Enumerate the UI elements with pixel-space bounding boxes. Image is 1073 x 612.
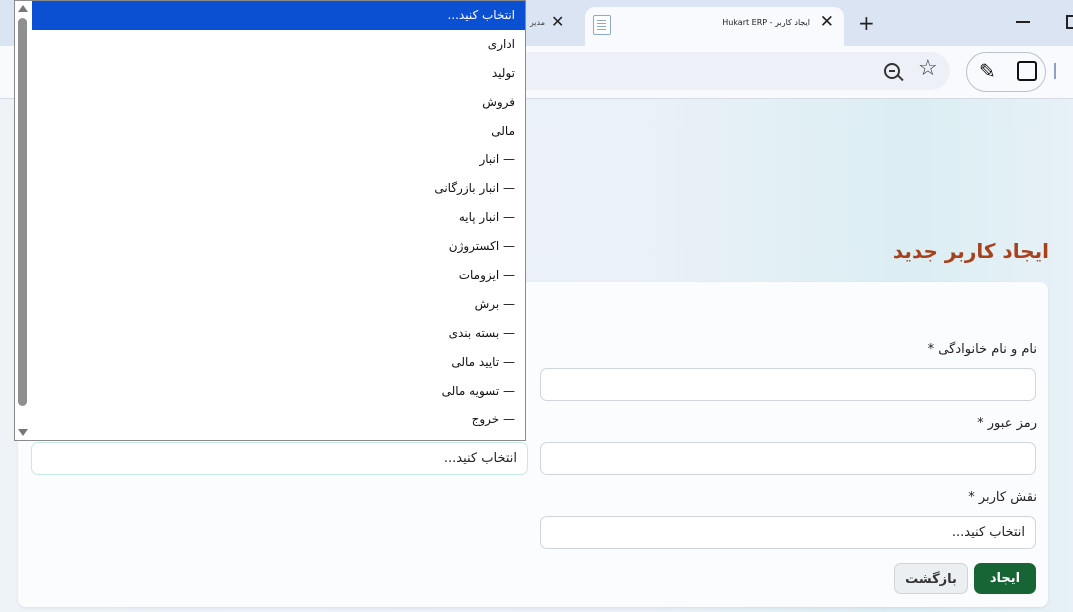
page-favicon-icon — [593, 15, 611, 35]
scrollbar-thumb[interactable] — [18, 18, 27, 406]
dropdown-option[interactable]: — انبار بازرگانی — [32, 174, 525, 203]
dropdown-scrollbar[interactable] — [15, 1, 32, 440]
tab-inactive[interactable]: مدیر ✕ — [525, 10, 585, 38]
dropdown-option[interactable]: — بسته بندی — [32, 319, 525, 348]
extensions-group: ✎ — [966, 52, 1046, 92]
tab-active-title: ایجاد کاربر - Hukart ERP — [722, 18, 810, 27]
password-label: رمز عبور * — [977, 416, 1037, 431]
zoom-out-icon[interactable] — [884, 63, 900, 79]
maximize-icon[interactable] — [1066, 15, 1073, 29]
department-select[interactable]: انتخاب کنید... — [31, 442, 528, 475]
dropdown-option[interactable]: — اکستروژن — [32, 232, 525, 261]
role-label: نقش کاربر * — [968, 490, 1037, 505]
dropdown-option[interactable]: — انبار پایه — [32, 203, 525, 232]
dropdown-option[interactable]: — انبار — [32, 145, 525, 174]
role-select[interactable]: انتخاب کنید... — [540, 516, 1036, 549]
dropdown-option[interactable]: — تایید مالی — [32, 348, 525, 377]
puzzle-icon[interactable] — [1017, 61, 1037, 81]
tab-close-icon[interactable]: ✕ — [820, 12, 834, 32]
full-name-label: نام و نام خانوادگی * — [927, 342, 1037, 357]
dropdown-option[interactable]: — ایزومات — [32, 261, 525, 290]
tab-inactive-title: مدیر — [529, 18, 545, 27]
dropdown-option[interactable]: — تسویه مالی — [32, 377, 525, 406]
create-button[interactable]: ایجاد — [974, 563, 1036, 594]
new-tab-icon[interactable]: + — [858, 11, 875, 35]
eyedropper-icon[interactable]: ✎ — [979, 59, 996, 83]
dropdown-option[interactable]: فروش — [32, 88, 525, 117]
back-button[interactable]: بازگشت — [894, 563, 968, 594]
toolbar-divider — [1054, 63, 1056, 79]
dropdown-option[interactable]: — خروج — [32, 405, 525, 434]
password-input[interactable] — [540, 442, 1036, 475]
star-icon[interactable]: ☆ — [918, 56, 938, 81]
scroll-down-icon[interactable] — [18, 429, 28, 436]
page-title: ایجاد کاربر جدید — [892, 239, 1049, 263]
dropdown-option[interactable]: مالی — [32, 117, 525, 146]
dropdown-option[interactable]: تولید — [32, 59, 525, 88]
dropdown-options: انتخاب کنید... اداری تولید فروش مالی — ا… — [32, 1, 525, 434]
department-dropdown-list[interactable]: انتخاب کنید... اداری تولید فروش مالی — ا… — [14, 0, 526, 441]
minimize-icon[interactable] — [1016, 21, 1030, 23]
dropdown-option[interactable]: انتخاب کنید... — [32, 1, 525, 30]
scroll-up-icon[interactable] — [18, 5, 28, 12]
dropdown-option[interactable]: — برش — [32, 290, 525, 319]
tab-inactive-close-icon[interactable]: ✕ — [551, 12, 564, 31]
dropdown-option[interactable]: اداری — [32, 30, 525, 59]
tab-active[interactable]: ایجاد کاربر - Hukart ERP ✕ — [585, 7, 844, 46]
full-name-input[interactable] — [540, 368, 1036, 401]
